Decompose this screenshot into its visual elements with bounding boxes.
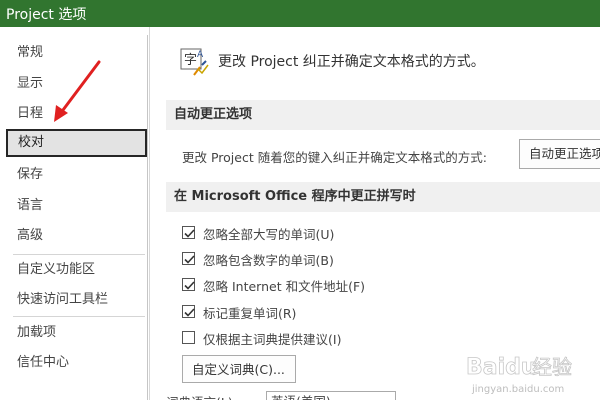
svg-text:Baidu: Baidu	[466, 355, 537, 380]
svg-text:经验: 经验	[532, 355, 572, 379]
svg-text:jingyan.baidu.com: jingyan.baidu.com	[471, 384, 564, 395]
baidu-watermark-logo: Baidu 经验 jingyan.baidu.com	[462, 348, 598, 398]
red-arrow-icon	[54, 60, 101, 122]
